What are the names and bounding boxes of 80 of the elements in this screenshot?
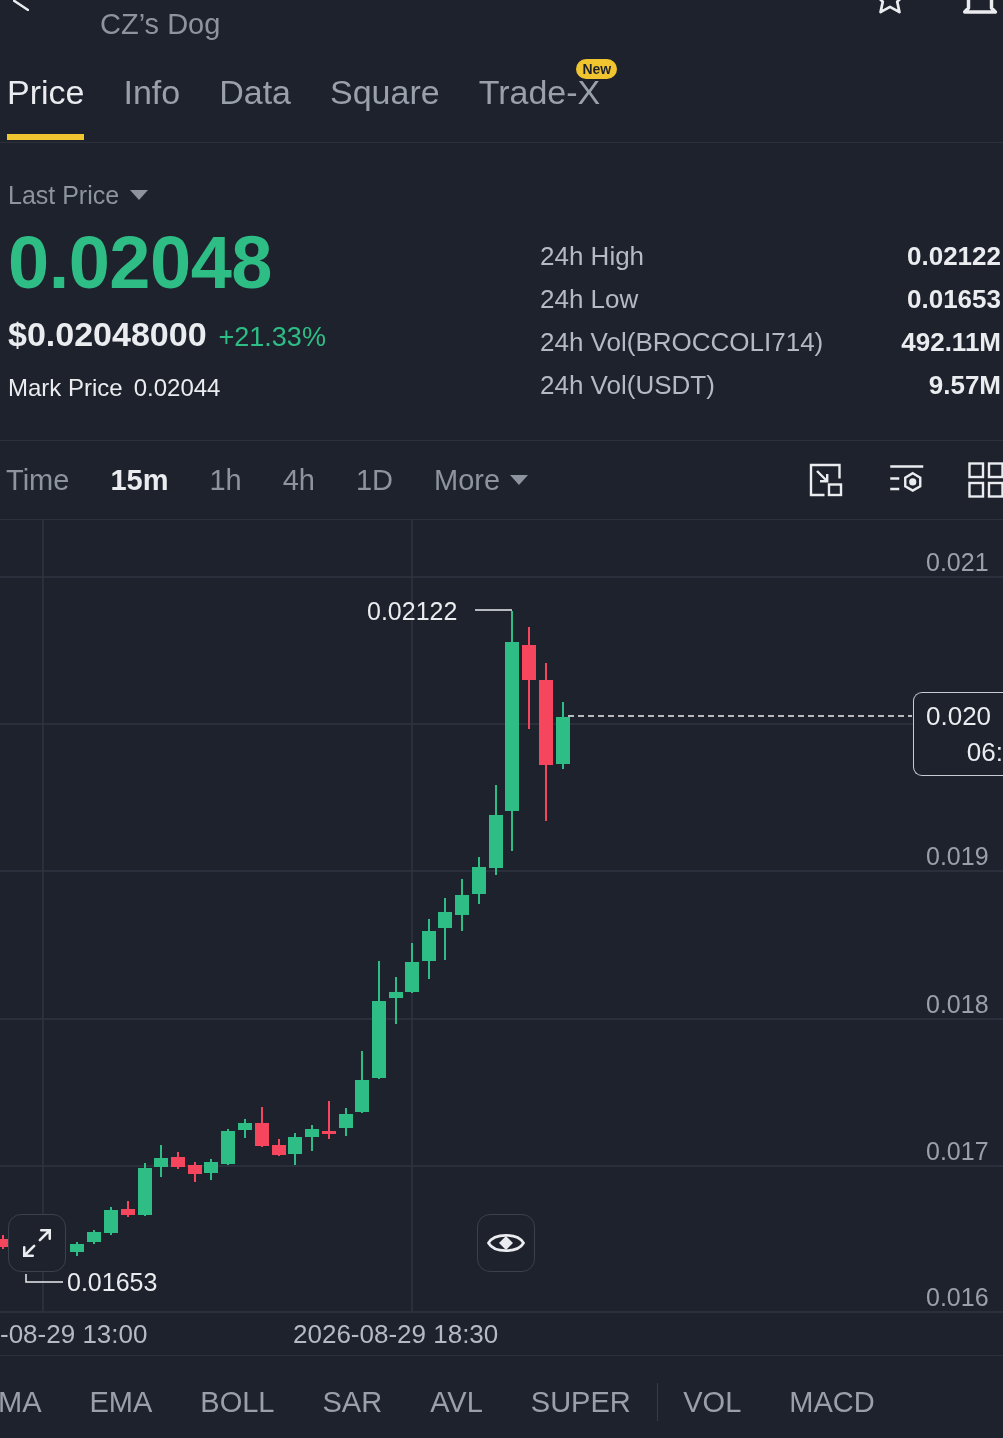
tab[interactable]: Info [123, 72, 181, 140]
candlestick [389, 976, 403, 1025]
stat-label: 24h Vol(BROCCOLI714) [540, 326, 824, 359]
interval-tab[interactable]: 1D [355, 462, 394, 498]
indicator-tab[interactable]: SUPER [530, 1383, 631, 1420]
candlestick [422, 918, 436, 980]
stat-label: 24h Vol(USDT) [540, 369, 715, 402]
stat-label: 24h Low [540, 283, 639, 316]
fullscreen-button[interactable] [8, 1214, 66, 1272]
countdown: 06: [966, 736, 1003, 769]
price-change: +21.33% [218, 321, 326, 354]
price-type-dropdown[interactable]: Last Price [8, 180, 149, 210]
indicator-tab[interactable]: MACD [789, 1383, 875, 1420]
interval-tab[interactable]: More [434, 462, 529, 498]
axis-label: 0.021 [926, 548, 989, 576]
visibility-button[interactable] [477, 1214, 535, 1272]
stat-value: 492.11M [901, 326, 1001, 359]
token-name: CZ’s Dog [100, 7, 221, 41]
indicator-tab[interactable]: SAR [322, 1383, 383, 1420]
candlestick [238, 1118, 252, 1139]
candlestick [355, 1050, 369, 1114]
candlestick [405, 942, 419, 994]
high-price-label: 0.02122 [367, 597, 458, 625]
mark-price-value: 0.02044 [133, 373, 221, 403]
stat-value: 0.02122 [907, 240, 1001, 273]
candlestick [455, 878, 469, 932]
candlestick [438, 897, 452, 961]
axis-label: 0.016 [926, 1283, 989, 1311]
candlestick [171, 1151, 185, 1170]
indicator-tab[interactable]: AVL [430, 1383, 483, 1420]
candlestick [154, 1144, 168, 1178]
candlestick [221, 1128, 235, 1166]
interval-tab[interactable]: 15m [110, 462, 169, 498]
axis-label: 0.017 [926, 1137, 989, 1165]
candlestick [322, 1100, 336, 1140]
tab[interactable]: Price [7, 72, 85, 140]
low-price-label: 0.01653 [67, 1268, 158, 1296]
candlestick [472, 856, 486, 905]
interval-tab[interactable]: 4h [282, 462, 315, 498]
indicator-tab[interactable]: VOL [683, 1383, 742, 1420]
indicator-tab[interactable]: EMA [89, 1383, 153, 1420]
stat-value: 9.57M [928, 369, 1001, 402]
candlestick [204, 1158, 218, 1181]
candlestick [104, 1206, 118, 1236]
candlestick [556, 701, 570, 770]
tab[interactable]: Square [330, 72, 440, 140]
indicator-tab[interactable]: BOLL [200, 1383, 275, 1420]
new-badge: New [576, 59, 618, 79]
caret-icon [510, 475, 529, 485]
back-icon[interactable] [13, 0, 29, 11]
candlestick [87, 1229, 101, 1245]
candlestick [121, 1200, 135, 1218]
candlestick [188, 1161, 202, 1183]
interval-tab[interactable]: Time [6, 462, 70, 498]
leader-line [25, 1273, 64, 1283]
candlestick [255, 1106, 269, 1148]
stat-value: 0.01653 [907, 283, 1001, 316]
candlestick [70, 1241, 84, 1257]
grid-icon[interactable] [968, 462, 1003, 498]
current-price: 0.020 [925, 700, 993, 733]
candlestick [272, 1138, 286, 1157]
stat-label: 24h High [540, 240, 645, 273]
expand-icon [20, 1226, 54, 1260]
candlestick [138, 1162, 152, 1217]
candlestick [339, 1107, 353, 1137]
interval-tab[interactable]: 1h [209, 462, 242, 498]
candlestick [305, 1124, 319, 1152]
time-label: 2026-08-29 18:30 [293, 1318, 499, 1350]
last-price: 0.02048 [8, 223, 272, 303]
picture-in-picture-icon[interactable] [808, 462, 844, 498]
candlestick [288, 1132, 302, 1166]
mark-price-label: Mark Price [8, 373, 123, 403]
indicator-tab[interactable]: MA [0, 1383, 42, 1420]
axis-label: 0.019 [926, 842, 989, 870]
caret-icon [130, 190, 149, 200]
time-label: -08-29 13:00 [0, 1318, 149, 1350]
leader-line [474, 609, 513, 611]
tab[interactable]: Data [219, 72, 291, 140]
axis-label: 0.018 [926, 990, 989, 1018]
usd-price: $0.02048000 [8, 314, 207, 354]
